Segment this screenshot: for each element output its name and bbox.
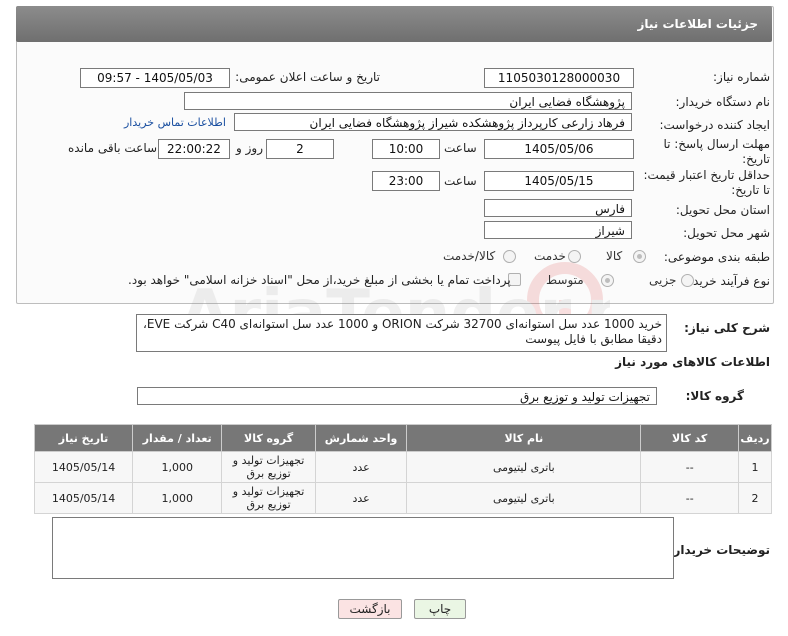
deadline-time-field: 10:00 (372, 139, 440, 159)
cell-unit: عدد (314, 451, 408, 483)
validity-date-field: 1405/05/15 (484, 171, 634, 191)
panel-title: جزئیات اطلاعات نیاز (637, 17, 758, 31)
col-quantity: تعداد / مقدار (132, 424, 223, 452)
city-field: شیراز (484, 221, 632, 239)
validity-time-field: 23:00 (372, 171, 440, 191)
cell-quantity: 1,000 (132, 482, 223, 514)
province-field: فارس (484, 199, 632, 217)
process-partial-radio[interactable] (681, 274, 694, 287)
announce-label: تاریخ و ساعت اعلان عمومی: (235, 70, 380, 84)
col-row: ردیف (738, 424, 772, 452)
cell-code: -- (640, 482, 740, 514)
print-button[interactable]: چاپ (414, 599, 466, 619)
col-unit: واحد شمارش (314, 424, 408, 452)
contact-info-link[interactable]: اطلاعات تماس خریدار (124, 116, 226, 129)
panel-header: جزئیات اطلاعات نیاز (16, 6, 772, 42)
process-medium-radio[interactable] (601, 274, 614, 287)
buyer-label: نام دستگاه خریدار: (675, 95, 771, 109)
category-goods-radio[interactable] (633, 250, 646, 263)
cell-date: 1405/05/14 (33, 482, 134, 514)
category-service-label: خدمت (534, 249, 566, 263)
buyer-field: پژوهشگاه فضایی ایران (184, 92, 632, 110)
category-goods-label: کالا (606, 249, 623, 263)
days-label: روز و (236, 141, 263, 155)
description-label: شرح کلی نیاز: (684, 321, 770, 335)
city-label: شهر محل تحویل: (683, 226, 770, 240)
category-service-radio[interactable] (568, 250, 581, 263)
cell-name: باتری لیتیومی (406, 451, 642, 483)
table-row[interactable]: 2 -- باتری لیتیومی عدد تجهیزات تولید و ت… (33, 482, 772, 514)
category-both-radio[interactable] (503, 250, 516, 263)
remaining-time-field: 22:00:22 (158, 139, 230, 159)
col-code: کد کالا (640, 424, 740, 452)
announce-field: 1405/05/03 - 09:57 (80, 68, 230, 88)
cell-name: باتری لیتیومی (406, 482, 642, 514)
need-number-label: شماره نیاز: (713, 70, 770, 84)
table-header-row: ردیف کد کالا نام کالا واحد شمارش گروه کا… (33, 424, 772, 452)
days-field: 2 (266, 139, 334, 159)
province-label: استان محل تحویل: (675, 203, 770, 217)
buyer-notes-label: توضیحات خریدار: (668, 543, 770, 557)
deadline-date-field: 1405/05/06 (484, 139, 634, 159)
cell-quantity: 1,000 (132, 451, 223, 483)
validity-time-label: ساعت (444, 174, 477, 188)
back-button[interactable]: بازگشت (338, 599, 402, 619)
items-table: ردیف کد کالا نام کالا واحد شمارش گروه کا… (33, 424, 772, 514)
deadline-time-label: ساعت (444, 141, 477, 155)
cell-code: -- (640, 451, 740, 483)
validity-label: حداقل تاریخ اعتبار قیمت: تا تاریخ: (643, 168, 770, 197)
category-label: طبقه بندی موضوعی: (663, 250, 770, 264)
cell-unit: عدد (314, 482, 408, 514)
cell-date: 1405/05/14 (33, 451, 134, 483)
process-medium-label: متوسط (546, 273, 584, 287)
payment-note: پرداخت تمام یا بخشی از مبلغ خرید،از محل … (128, 273, 511, 287)
process-partial-label: جزیی (649, 273, 677, 287)
cell-row: 2 (738, 482, 772, 514)
goods-info-title: اطلاعات کالاهای مورد نیاز (615, 355, 770, 369)
table-row[interactable]: 1 -- باتری لیتیومی عدد تجهیزات تولید و ت… (33, 451, 772, 483)
goods-group-label: گروه کالا: (685, 389, 744, 403)
cell-group: تجهیزات تولید و توزیع برق (221, 451, 316, 483)
description-text: خرید 1000 عدد سل استوانه‌ای 32700 شرکت O… (143, 317, 662, 346)
col-name: نام کالا (406, 424, 642, 452)
deadline-label: مهلت ارسال پاسخ: تا تاریخ: (663, 137, 770, 166)
creator-label: ایجاد کننده درخواست: (659, 118, 770, 132)
cell-row: 1 (738, 451, 772, 483)
need-number-field: 1105030128000030 (484, 68, 634, 88)
process-label: نوع فرآیند خرید : (685, 274, 770, 288)
goods-group-field: تجهیزات تولید و توزیع برق (137, 387, 657, 405)
creator-field: فرهاد زارعی کارپرداز پژوهشکده شیراز پژوه… (234, 113, 632, 131)
buyer-notes-textarea[interactable] (52, 517, 674, 579)
col-group: گروه کالا (221, 424, 316, 452)
description-textarea[interactable]: خرید 1000 عدد سل استوانه‌ای 32700 شرکت O… (136, 314, 667, 352)
category-both-label: کالا/خدمت (443, 249, 496, 263)
remaining-label: ساعت باقی مانده (68, 141, 158, 155)
col-date: تاریخ نیاز (33, 424, 134, 452)
cell-group: تجهیزات تولید و توزیع برق (221, 482, 316, 514)
